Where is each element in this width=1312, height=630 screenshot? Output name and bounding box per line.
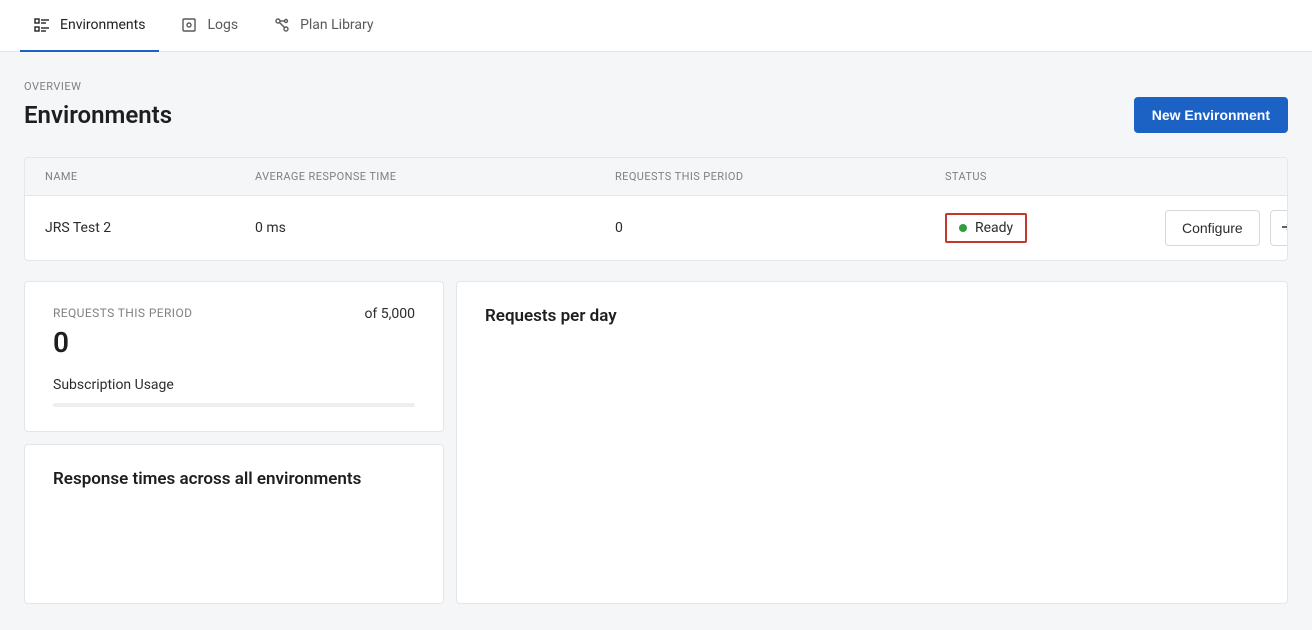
table-header: NAME AVERAGE RESPONSE TIME REQUESTS THIS… [25, 158, 1287, 196]
metric-label: REQUESTS THIS PERIOD [53, 306, 192, 320]
page-title: Environments [24, 101, 172, 129]
status-badge: Ready [945, 213, 1027, 243]
enter-button[interactable] [1270, 210, 1288, 246]
lower-cards: REQUESTS THIS PERIOD of 5,000 0 Subscrip… [24, 281, 1288, 604]
tab-logs[interactable]: Logs [167, 0, 252, 52]
tab-label: Plan Library [300, 17, 373, 33]
tab-plan-library[interactable]: Plan Library [260, 0, 387, 52]
left-column: REQUESTS THIS PERIOD of 5,000 0 Subscrip… [24, 281, 444, 604]
cell-status: Ready [945, 213, 1165, 243]
subscription-usage-label: Subscription Usage [53, 377, 415, 393]
cell-name: JRS Test 2 [45, 220, 255, 236]
requests-per-day-card: Requests per day [456, 281, 1288, 604]
tab-label: Logs [207, 17, 238, 33]
metric-header: REQUESTS THIS PERIOD of 5,000 [53, 306, 415, 322]
page-body: OVERVIEW Environments New Environment NA… [0, 52, 1312, 630]
top-tabs: Environments Logs Plan Library [0, 0, 1312, 52]
environments-table: NAME AVERAGE RESPONSE TIME REQUESTS THIS… [24, 157, 1288, 261]
col-name: NAME [45, 170, 255, 183]
nodes-icon [274, 17, 290, 33]
enter-icon [1280, 219, 1288, 238]
status-text: Ready [975, 220, 1013, 236]
col-requests: REQUESTS THIS PERIOD [615, 170, 945, 183]
logs-icon [181, 17, 197, 33]
status-dot-icon [959, 224, 967, 232]
requests-per-day-title: Requests per day [485, 306, 1259, 326]
header-row: Environments New Environment [24, 97, 1288, 133]
overview-label: OVERVIEW [24, 80, 1288, 93]
requests-usage-card: REQUESTS THIS PERIOD of 5,000 0 Subscrip… [24, 281, 444, 432]
col-avg-response: AVERAGE RESPONSE TIME [255, 170, 615, 183]
metric-of: of 5,000 [364, 306, 415, 322]
row-actions: Configure [1165, 210, 1288, 246]
col-actions [1165, 170, 1267, 183]
grid-icon [34, 17, 50, 33]
new-environment-button[interactable]: New Environment [1134, 97, 1288, 133]
usage-progress-bar [53, 403, 415, 407]
response-times-card: Response times across all environments [24, 444, 444, 604]
cell-requests: 0 [615, 220, 945, 236]
col-status: STATUS [945, 170, 1165, 183]
tab-label: Environments [60, 17, 145, 33]
cell-avg-response: 0 ms [255, 220, 615, 236]
table-row: JRS Test 2 0 ms 0 Ready Configure [25, 196, 1287, 260]
configure-button[interactable]: Configure [1165, 210, 1260, 246]
tab-environments[interactable]: Environments [20, 0, 159, 52]
response-times-title: Response times across all environments [53, 469, 415, 489]
metric-value: 0 [53, 326, 415, 359]
